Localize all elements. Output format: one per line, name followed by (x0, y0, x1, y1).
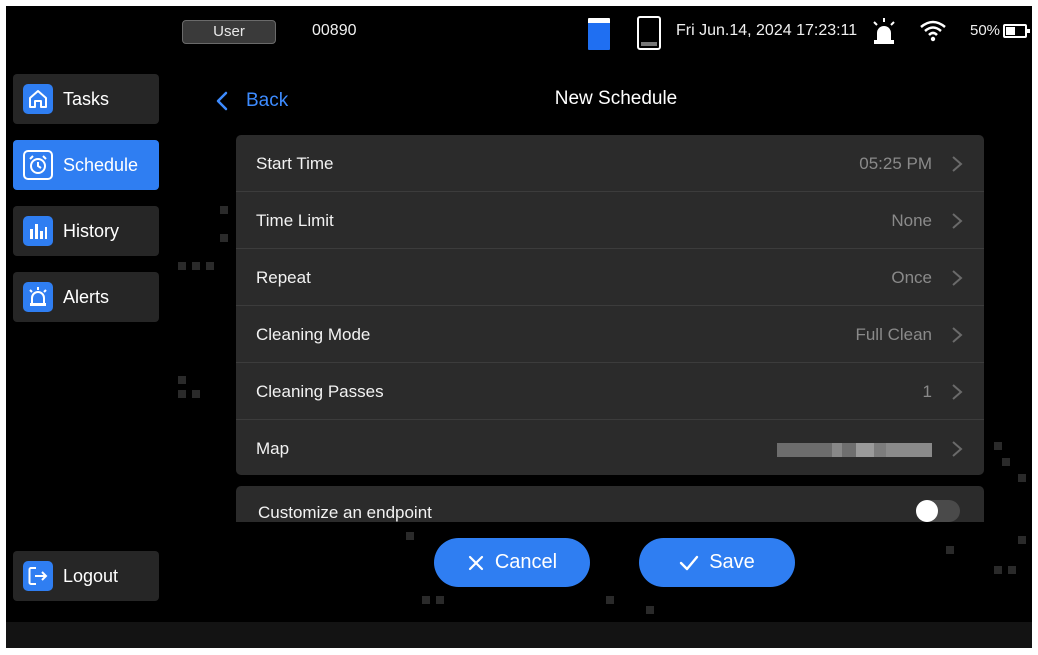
user-badge[interactable]: User (182, 20, 276, 44)
setting-label: Start Time (256, 153, 334, 173)
home-icon (23, 84, 53, 114)
battery-percent: 50% (970, 22, 1001, 39)
wifi-icon (920, 20, 946, 42)
setting-label: Cleaning Mode (256, 324, 371, 344)
close-icon (468, 555, 483, 570)
logout-label: Logout (63, 565, 119, 586)
clock-icon (23, 150, 53, 180)
setting-row-repeat[interactable]: Repeat Once (236, 249, 984, 306)
back-button[interactable]: Back (216, 86, 316, 116)
map-value-redacted (777, 443, 932, 457)
chevron-right-icon (952, 269, 963, 286)
sidebar-item-label: Alerts (63, 286, 110, 307)
setting-value: Full Clean (855, 324, 932, 344)
schedule-settings-panel: Start Time 05:25 PM Time Limit None Repe… (236, 135, 984, 475)
back-label: Back (246, 90, 289, 111)
setting-value: None (891, 210, 932, 230)
sidebar-item-schedule[interactable]: Schedule (13, 140, 159, 190)
chevron-right-icon (952, 326, 963, 343)
logout-button[interactable]: Logout (13, 551, 159, 601)
device-id: 00890 (312, 22, 357, 39)
chevron-right-icon (952, 383, 963, 400)
sidebar-item-alerts[interactable]: Alerts (13, 272, 159, 322)
setting-row-cleaning-passes[interactable]: Cleaning Passes 1 (236, 363, 984, 420)
sidebar-item-tasks[interactable]: Tasks (13, 74, 159, 124)
endpoint-label: Customize an endpoint (258, 503, 432, 522)
setting-label: Cleaning Passes (256, 381, 384, 401)
save-label: Save (709, 551, 755, 573)
battery-icon (1003, 24, 1030, 38)
app-screen: User 00890 Fri Jun.14, 2024 17:23:11 50%… (6, 6, 1032, 648)
setting-value: 1 (922, 381, 932, 401)
save-button[interactable]: Save (639, 538, 795, 587)
endpoint-toggle[interactable] (916, 500, 960, 522)
water-tank-empty-icon (637, 16, 661, 50)
sidebar-item-history[interactable]: History (13, 206, 159, 256)
sidebar-item-label: Schedule (63, 154, 139, 175)
alarm-icon (23, 282, 53, 312)
setting-label: Repeat (256, 267, 311, 287)
cancel-label: Cancel (494, 551, 558, 573)
setting-label: Map (256, 438, 290, 458)
sidebar-item-label: Tasks (63, 88, 110, 109)
page-title: New Schedule (554, 88, 678, 109)
setting-row-cleaning-mode[interactable]: Cleaning Mode Full Clean (236, 306, 984, 363)
datetime: Fri Jun.14, 2024 17:23:11 (676, 22, 858, 39)
logout-icon (23, 561, 53, 591)
setting-value: 05:25 PM (859, 153, 932, 173)
setting-row-map[interactable]: Map (236, 420, 984, 477)
sidebar-item-label: History (63, 220, 120, 241)
check-icon (680, 555, 699, 570)
alarm-icon (872, 18, 896, 46)
setting-row-time-limit[interactable]: Time Limit None (236, 192, 984, 249)
setting-row-start-time[interactable]: Start Time 05:25 PM (236, 135, 984, 192)
cancel-button[interactable]: Cancel (434, 538, 590, 587)
bottom-strip (6, 622, 1032, 648)
bar-chart-icon (23, 216, 53, 246)
setting-value: Once (891, 267, 932, 287)
chevron-left-icon (216, 91, 228, 111)
water-tank-full-icon (588, 18, 610, 50)
endpoint-card: Customize an endpoint (236, 486, 984, 522)
toggle-knob (916, 500, 938, 522)
chevron-right-icon (952, 440, 963, 457)
setting-label: Time Limit (256, 210, 334, 230)
chevron-right-icon (952, 155, 963, 172)
chevron-right-icon (952, 212, 963, 229)
